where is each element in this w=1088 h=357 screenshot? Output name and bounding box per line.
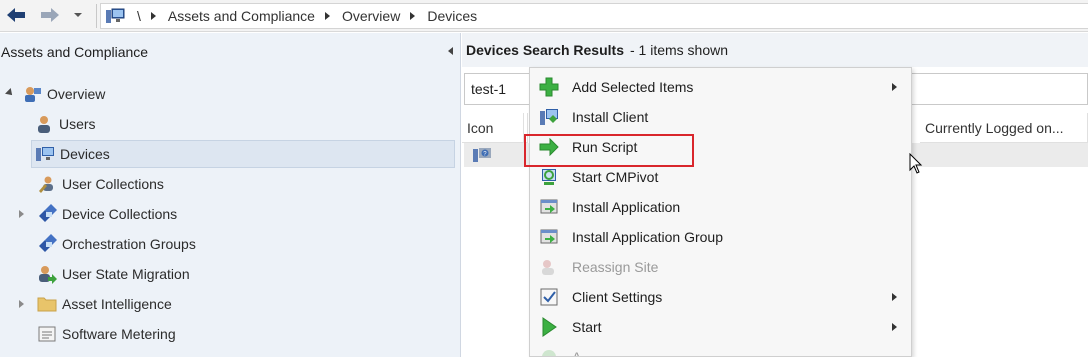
- submenu-arrow-icon: [892, 323, 897, 331]
- menu-item-install-client[interactable]: Install Client: [530, 102, 911, 132]
- back-arrow-icon: [7, 8, 25, 22]
- column-header-currently-logged-on[interactable]: Currently Logged on...: [920, 113, 1088, 143]
- navigation-pane-header: Assets and Compliance: [0, 33, 461, 71]
- cmpivot-icon: [538, 167, 560, 187]
- run-script-highlight: [524, 134, 694, 167]
- expand-collapse-icon[interactable]: [19, 210, 24, 218]
- breadcrumb-item-devices[interactable]: Devices: [427, 8, 477, 24]
- menu-item-label: Client Settings: [572, 289, 663, 305]
- forward-button[interactable]: [38, 4, 62, 26]
- tree-item-label: Devices: [60, 146, 110, 162]
- tree-item-label: User Collections: [62, 176, 164, 192]
- menu-item-label: Add Selected Items: [572, 79, 694, 95]
- overview-icon: [22, 84, 42, 104]
- back-button[interactable]: [4, 4, 28, 26]
- tree-item-asset-intelligence[interactable]: Asset Intelligence: [37, 290, 172, 318]
- client-settings-icon: [538, 287, 560, 307]
- user-state-migration-icon: [37, 264, 57, 284]
- chevron-down-icon: [74, 13, 82, 17]
- navigation-pane-title: Assets and Compliance: [1, 44, 149, 60]
- column-header-icon[interactable]: Icon: [462, 113, 524, 143]
- menu-item-client-settings[interactable]: Client Settings: [530, 282, 911, 312]
- tree-item-label: Users: [59, 116, 96, 132]
- tree-item-user-collections[interactable]: User Collections: [37, 170, 164, 198]
- tree-item-device-collections[interactable]: Device Collections: [37, 200, 177, 228]
- menu-item-label: Start CMPivot: [572, 169, 659, 185]
- forward-arrow-icon: [41, 8, 59, 22]
- tree-item-label: User State Migration: [62, 266, 190, 282]
- toolbar-divider: [96, 4, 97, 28]
- menu-item-label: Reassign Site: [572, 259, 659, 275]
- tree-item-overview[interactable]: Overview: [22, 80, 105, 108]
- history-dropdown-button[interactable]: [70, 4, 86, 26]
- breadcrumb-separator-icon[interactable]: [324, 12, 330, 20]
- software-metering-icon: [37, 324, 57, 344]
- mouse-cursor-icon: [909, 153, 923, 174]
- tree-item-label: Orchestration Groups: [62, 236, 196, 252]
- menu-item-partial[interactable]: A...: [530, 342, 911, 357]
- menu-item-label: Install Application Group: [572, 229, 723, 245]
- tree-item-software-metering[interactable]: Software Metering: [37, 320, 176, 348]
- collapse-pane-icon[interactable]: [448, 47, 453, 55]
- tree-item-users[interactable]: Users: [34, 110, 96, 138]
- expand-collapse-icon[interactable]: [5, 88, 15, 98]
- green-plus-icon: [538, 77, 560, 97]
- tree-item-label: Asset Intelligence: [62, 296, 172, 312]
- breadcrumb-item-overview[interactable]: Overview: [342, 8, 400, 24]
- menu-item-install-application[interactable]: Install Application: [530, 192, 911, 222]
- install-application-icon: [538, 197, 560, 217]
- menu-item-add-selected-items[interactable]: Add Selected Items: [530, 72, 911, 102]
- tree-item-label: Software Metering: [62, 326, 176, 342]
- results-title: Devices Search Results: [466, 42, 624, 58]
- orchestration-groups-icon: [37, 234, 57, 254]
- navigation-bar: \ Assets and Compliance Overview Devices: [0, 0, 1088, 32]
- context-menu: Add Selected Items Install Client Run Sc…: [529, 67, 912, 357]
- device-unknown-icon: ?: [473, 148, 491, 162]
- results-header: Devices Search Results - 1 items shown: [462, 33, 1088, 67]
- folder-icon: [37, 294, 57, 314]
- submenu-arrow-icon: [892, 83, 897, 91]
- menu-item-label: A...: [572, 349, 594, 357]
- install-client-icon: [538, 107, 560, 127]
- play-icon: [538, 317, 560, 337]
- submenu-arrow-icon: [892, 293, 897, 301]
- partial-icon: [538, 347, 560, 356]
- users-icon: [34, 114, 54, 134]
- user-collections-icon: [37, 174, 57, 194]
- menu-item-label: Start: [572, 319, 602, 335]
- expand-collapse-icon[interactable]: [19, 300, 24, 308]
- device-collections-icon: [37, 204, 57, 224]
- devices-icon: [35, 144, 55, 164]
- menu-item-label: Install Application: [572, 199, 681, 215]
- breadcrumb-separator-icon[interactable]: [410, 12, 416, 20]
- tree-item-label: Overview: [47, 86, 106, 102]
- tree-item-orchestration-groups[interactable]: Orchestration Groups: [37, 230, 196, 258]
- breadcrumb-root[interactable]: \: [137, 8, 141, 24]
- install-application-group-icon: [538, 227, 560, 247]
- tree-item-label: Device Collections: [62, 206, 178, 222]
- navigation-pane: Assets and Compliance Overview Users Dev…: [0, 33, 461, 357]
- computer-icon: [106, 8, 125, 23]
- reassign-site-icon: [538, 257, 560, 277]
- menu-item-start[interactable]: Start: [530, 312, 911, 342]
- menu-item-reassign-site: Reassign Site: [530, 252, 911, 282]
- breadcrumb-separator-icon[interactable]: [150, 12, 156, 20]
- menu-item-install-application-group[interactable]: Install Application Group: [530, 222, 911, 252]
- breadcrumb: \ Assets and Compliance Overview Devices: [100, 3, 1088, 29]
- breadcrumb-item-assets[interactable]: Assets and Compliance: [168, 8, 315, 24]
- menu-item-label: Install Client: [572, 109, 649, 125]
- results-count: - 1 items shown: [629, 42, 729, 58]
- tree-item-devices[interactable]: Devices: [31, 140, 455, 168]
- tree-item-user-state-migration[interactable]: User State Migration: [37, 260, 190, 288]
